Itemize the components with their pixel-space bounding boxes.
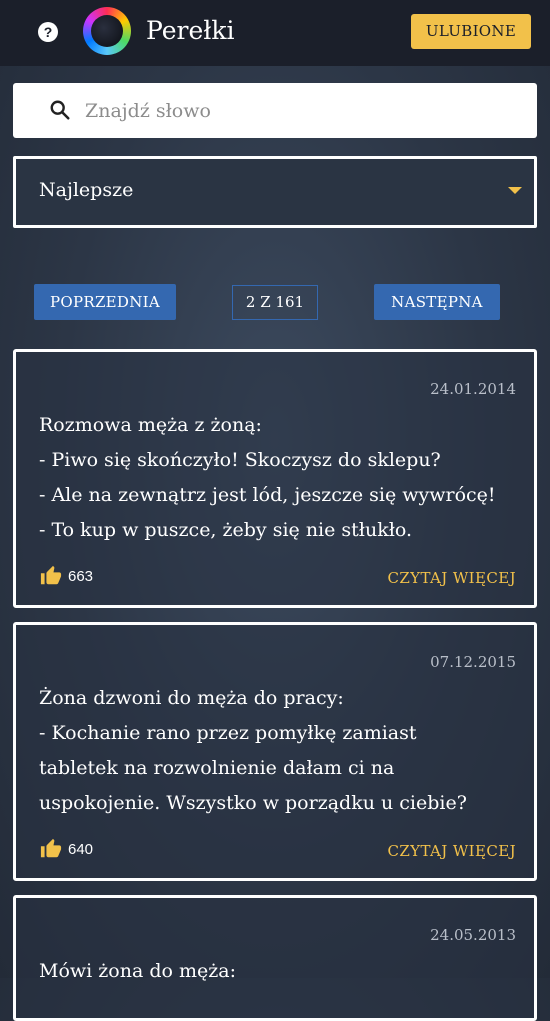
sort-selected-value: Najlepsze [39,179,134,201]
likes-count: 640 [68,840,94,858]
joke-card[interactable]: 24.01.2014 Rozmowa męża z żoną: - Piwo s… [13,349,537,608]
help-button[interactable]: ? [38,22,58,42]
like-button[interactable]: 640 [40,838,93,860]
page-indicator: 2 Z 161 [232,285,318,320]
read-more-link[interactable]: CZYTAJ WIĘCEJ [387,842,516,860]
card-date: 24.05.2013 [430,926,516,944]
joke-card[interactable]: 24.05.2013 Mówi żona do męża: [13,895,537,1021]
card-text-line: - Piwo się skończyło! Skoczysz do sklepu… [39,449,441,471]
card-text: Żona dzwoni do męża do pracy: - Kochanie… [39,681,519,821]
caret-down-icon [508,187,522,194]
card-text-line: Mówi żona do męża: [39,960,236,982]
read-more-link[interactable]: CZYTAJ WIĘCEJ [387,569,516,587]
card-text: Mówi żona do męża: [39,954,519,989]
app-title: Perełki [146,16,235,45]
card-text-line: - To kup w puszce, żeby się nie stłukło. [39,519,413,541]
card-text-line: Rozmowa męża z żoną: [39,414,262,436]
search-icon [50,100,70,120]
next-page-button[interactable]: NASTĘPNA [374,284,500,320]
card-text: Rozmowa męża z żoną: - Piwo się skończył… [39,408,519,548]
card-text-line: tabletek na rozwolnienie dałam ci na [39,757,395,779]
previous-page-button[interactable]: POPRZEDNIA [34,284,176,320]
card-text-line: uspokojenie. Wszystko w porządku u ciebi… [39,792,467,814]
favorites-button[interactable]: ULUBIONE [411,14,531,49]
search-input[interactable] [85,83,515,138]
app-logo [83,7,131,55]
likes-count: 663 [68,567,94,585]
card-text-line: - Kochanie rano przez pomyłkę zamiast [39,722,417,744]
thumbs-up-icon [40,565,62,585]
sort-dropdown[interactable]: Najlepsze [13,156,537,228]
card-date: 24.01.2014 [430,380,516,398]
joke-card[interactable]: 07.12.2015 Żona dzwoni do męża do pracy:… [13,622,537,881]
card-text-line: Żona dzwoni do męża do pracy: [39,687,344,709]
card-date: 07.12.2015 [430,653,516,671]
thumbs-up-icon [40,838,62,858]
search-bar[interactable] [13,83,537,138]
like-button[interactable]: 663 [40,565,93,587]
card-text-line: - Ale na zewnątrz jest lód, jeszcze się … [39,484,496,506]
app-header: ? Perełki ULUBIONE [0,0,550,66]
